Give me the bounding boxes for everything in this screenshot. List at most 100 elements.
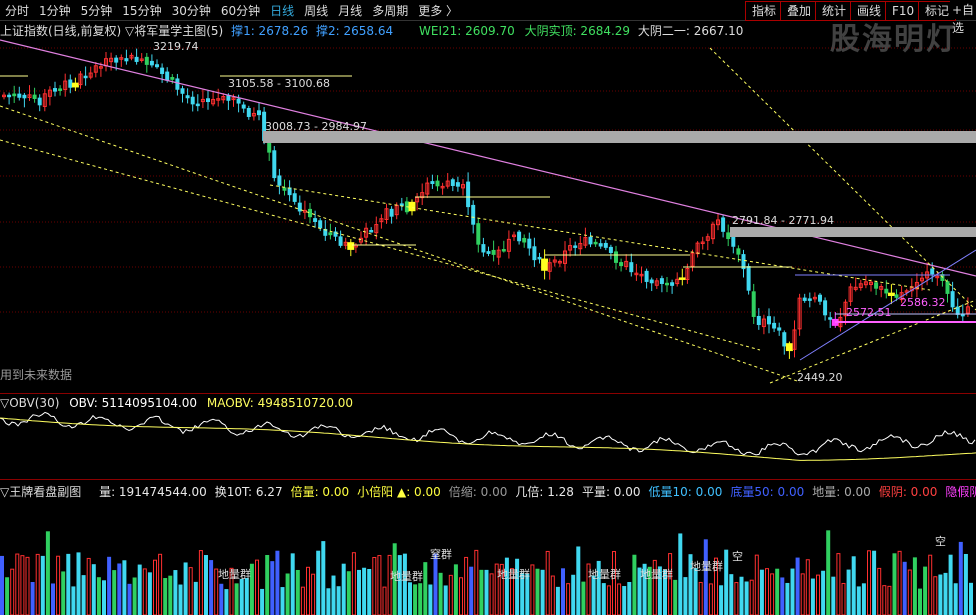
vol-bar-186 — [948, 554, 953, 615]
candle-body-56 — [287, 187, 292, 196]
vol-bar-177 — [902, 561, 907, 615]
vol-bar-94 — [479, 569, 484, 615]
candle-body-129 — [659, 278, 664, 284]
obv-info-line: ▽OBV(30) OBV: 5114095104.00 MAOBV: 49485… — [0, 396, 353, 410]
vol-bar-22 — [112, 570, 117, 615]
vol-bar-180 — [918, 588, 922, 615]
vol-bar-67 — [341, 563, 346, 615]
vol-bar-8 — [40, 555, 45, 615]
vol-bar-56 — [285, 573, 290, 615]
vol-bar-80 — [408, 582, 412, 615]
candle-body-44 — [226, 94, 231, 101]
vol-bar-172 — [877, 567, 882, 615]
candle-body-115 — [588, 236, 593, 245]
candle-body-154 — [785, 343, 793, 352]
vol-bar-81 — [413, 584, 418, 615]
vol-bar-73 — [372, 556, 377, 615]
resistance-band-3008 — [263, 131, 976, 143]
candle-body-158 — [807, 298, 812, 301]
candle-body-187 — [955, 306, 960, 315]
vol-bar-54 — [275, 550, 280, 615]
candle-body-131 — [670, 282, 675, 286]
candle-body-185 — [945, 281, 950, 294]
vol-field-0: 量: 191474544.00 — [99, 485, 207, 499]
vol-bar-153 — [780, 577, 785, 615]
vol-bar-109 — [555, 586, 560, 615]
vol-bar-182 — [928, 554, 933, 615]
candle-body-171 — [874, 282, 879, 289]
vol-bar-138 — [703, 539, 708, 615]
vol-bar-46 — [234, 583, 239, 615]
candle-body-121 — [619, 262, 624, 267]
vol-bar-70 — [357, 569, 361, 615]
vol-bar-63 — [321, 541, 326, 615]
candle-body-106 — [541, 258, 549, 271]
vol-bar-178 — [907, 569, 912, 615]
candle-body-127 — [649, 279, 654, 284]
vol-bar-144 — [734, 582, 739, 615]
vol-mark-7: 空 — [732, 549, 743, 563]
vol-bar-14 — [71, 586, 76, 615]
stock-chart[interactable]: 3219.74 3105.58 - 3100.68 3008.73 - 2984.9… — [0, 0, 976, 615]
vol-bar-111 — [566, 583, 571, 615]
vol-bar-43 — [219, 583, 224, 615]
vol-bar-133 — [678, 533, 683, 615]
vol-bar-29 — [147, 572, 152, 615]
vol-bar-158 — [805, 559, 810, 615]
candle-body-33 — [170, 77, 175, 80]
candle-body-126 — [644, 270, 649, 282]
vol-bar-69 — [351, 552, 356, 615]
future-data-notice: 用到未来数据 — [0, 368, 73, 382]
wei21-value: WEI21: 2609.70 — [419, 24, 515, 38]
obv-indicator-title[interactable]: ▽OBV(30) — [0, 396, 59, 410]
vol-bar-99 — [504, 557, 509, 615]
vol-bar-90 — [459, 577, 463, 615]
vol-indicator-title[interactable]: ▽王牌看盘副图 — [0, 485, 81, 499]
vol-bar-169 — [861, 583, 866, 615]
candle-body-40 — [206, 98, 210, 103]
vol-bar-16 — [81, 575, 86, 615]
vol-bar-118 — [601, 583, 606, 615]
vol-bar-60 — [306, 566, 310, 615]
vol-bar-37 — [188, 567, 193, 615]
candle-body-46 — [236, 98, 241, 104]
support2-value: 撑2: 2658.64 — [316, 24, 394, 38]
price-annotation-0: 3219.74 — [153, 40, 199, 53]
candle-body-38 — [195, 103, 200, 107]
vol-mark-3: 地量群 — [497, 567, 530, 581]
vol-field-8: 底量50: 0.00 — [730, 485, 805, 499]
vol-bar-190 — [969, 582, 973, 615]
vol-bar-104 — [530, 564, 535, 615]
vol-bar-114 — [581, 581, 586, 615]
candle-body-57 — [292, 193, 297, 202]
vol-bar-35 — [178, 584, 183, 615]
maobv-line — [0, 417, 976, 461]
candle-body-102 — [522, 237, 527, 243]
vol-bar-40 — [204, 555, 208, 615]
vol-bar-28 — [142, 568, 147, 615]
vol-bar-78 — [397, 555, 402, 615]
candle-body-28 — [144, 56, 149, 65]
vol-field-7: 低量10: 0.00 — [648, 485, 723, 499]
vol-bar-188 — [958, 541, 963, 615]
vol-bar-173 — [882, 585, 887, 615]
vol-bar-121 — [617, 583, 622, 615]
candle-body-112 — [573, 245, 578, 248]
channel-line-3 — [269, 184, 931, 291]
vol-mark-0: 地量群 — [218, 567, 251, 581]
candle-body-34 — [175, 78, 180, 90]
vol-bar-68 — [346, 571, 351, 615]
vol-bar-82 — [418, 583, 423, 615]
main-indicator-title[interactable]: 上证指数(日线,前复权) ▽将军量学主图(5) — [0, 24, 223, 38]
vol-bar-187 — [953, 583, 958, 615]
vol-bar-157 — [800, 573, 805, 615]
vol-bar-139 — [708, 583, 713, 615]
vol-bar-23 — [117, 563, 122, 615]
main-info-line-2: WEI21: 2609.70 大阴实顶: 2684.29 大阴二一: 2667.… — [419, 22, 743, 39]
candle-body-116 — [593, 241, 598, 245]
candle-body-104 — [532, 246, 537, 261]
candle-body-3 — [17, 93, 22, 98]
vol-field-9: 地量: 0.00 — [812, 485, 871, 499]
vol-bar-72 — [367, 568, 372, 615]
channel-line-lower — [0, 105, 801, 383]
